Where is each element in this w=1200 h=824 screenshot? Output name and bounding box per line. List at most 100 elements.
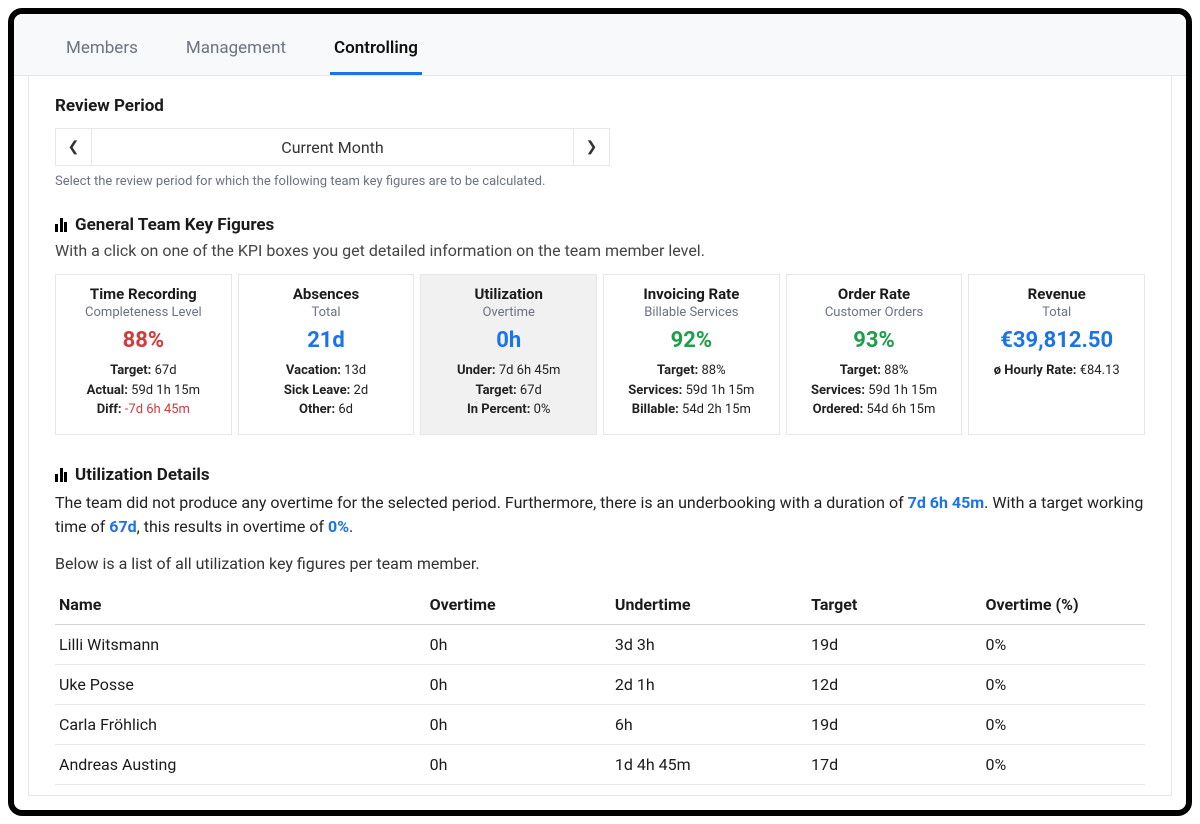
kpi-main-value: 21d <box>247 328 406 353</box>
kpi-line-label: Services: <box>811 383 865 398</box>
details-heading: Utilization Details <box>55 465 1145 485</box>
kpi-line-value: 88% <box>702 363 726 378</box>
kpi-line-label: Diff: <box>97 402 122 417</box>
details-text: , this results in overtime of <box>137 517 328 536</box>
kpi-utilization[interactable]: Utilization Overtime 0h Under: 7d 6h 45m… <box>420 274 597 435</box>
kpi-line-value: -7d 6h 45m <box>125 402 190 417</box>
kpi-line-value: 7d 6h 45m <box>499 363 561 378</box>
tabbar: Members Management Controlling <box>14 14 1186 76</box>
tab-members[interactable]: Members <box>62 30 142 75</box>
cell-name: Carla Fröhlich <box>55 705 426 745</box>
kpi-lines: ø Hourly Rate: €84.13 <box>977 361 1136 381</box>
kpi-invoicing-rate[interactable]: Invoicing Rate Billable Services 92% Tar… <box>603 274 780 435</box>
kpi-line-label: Target: <box>475 383 516 398</box>
kpi-line-value: 67d <box>520 383 542 398</box>
kpi-line-label: Other: <box>299 402 335 417</box>
kpi-sub: Customer Orders <box>795 305 954 320</box>
kpi-absences[interactable]: Absences Total 21d Vacation: 13d Sick Le… <box>238 274 415 435</box>
cell-overtime: 0h <box>426 625 611 665</box>
cell-name: Andreas Austing <box>55 745 426 785</box>
cell-target: 19d <box>807 625 981 665</box>
kpi-main-value: €39,812.50 <box>977 328 1136 353</box>
table-row: Carla Fröhlich 0h 6h 19d 0% <box>55 705 1145 745</box>
kpi-line-label: Billable: <box>632 402 679 417</box>
kpi-section-sub: With a click on one of the KPI boxes you… <box>55 241 1145 260</box>
details-text: . <box>349 517 353 536</box>
kpi-order-rate[interactable]: Order Rate Customer Orders 93% Target: 8… <box>786 274 963 435</box>
kpi-line-label: ø Hourly Rate: <box>994 363 1077 378</box>
details-under-value: 7d 6h 45m <box>908 493 985 512</box>
kpi-main-value: 92% <box>612 328 771 353</box>
table-row: Lilli Witsmann 0h 3d 3h 19d 0% <box>55 625 1145 665</box>
details-pct-value: 0% <box>328 517 349 536</box>
tab-management[interactable]: Management <box>182 30 290 75</box>
kpi-line-value: 88% <box>884 363 908 378</box>
bar-chart-icon <box>55 218 67 232</box>
kpi-line-value: 6d <box>338 402 353 417</box>
kpi-time-recording[interactable]: Time Recording Completeness Level 88% Ta… <box>55 274 232 435</box>
kpi-line-value: 59d 1h 15m <box>868 383 937 398</box>
details-description: The team did not produce any overtime fo… <box>55 491 1145 541</box>
details-title: Utilization Details <box>75 465 210 485</box>
col-name: Name <box>55 585 426 625</box>
details-target-value: 67d <box>109 517 136 536</box>
kpi-line-label: Target: <box>657 363 698 378</box>
kpi-title: Time Recording <box>64 285 223 303</box>
period-prev-button[interactable]: ❮ <box>56 129 92 165</box>
cell-target: 17d <box>807 745 981 785</box>
kpi-line-label: Sick Leave: <box>284 383 351 398</box>
kpi-line-label: Ordered: <box>813 402 864 417</box>
cell-overtime: 0h <box>426 665 611 705</box>
kpi-line-value: 54d 6h 15m <box>867 402 936 417</box>
kpi-main-value: 88% <box>64 328 223 353</box>
period-next-button[interactable]: ❯ <box>573 129 609 165</box>
tab-controlling[interactable]: Controlling <box>330 30 422 75</box>
kpi-title: Invoicing Rate <box>612 285 771 303</box>
kpi-section-title: General Team Key Figures <box>75 215 274 235</box>
kpi-section-heading: General Team Key Figures <box>55 215 1145 235</box>
kpi-revenue[interactable]: Revenue Total €39,812.50 ø Hourly Rate: … <box>968 274 1145 435</box>
period-helper: Select the review period for which the f… <box>55 174 1145 189</box>
kpi-sub: Total <box>247 305 406 320</box>
cell-pct: 0% <box>981 665 1145 705</box>
kpi-sub: Overtime <box>429 305 588 320</box>
review-period-title: Review Period <box>55 96 1145 116</box>
kpi-line-value: 59d 1h 15m <box>131 383 200 398</box>
table-row: Uke Posse 0h 2d 1h 12d 0% <box>55 665 1145 705</box>
cell-undertime: 6h <box>611 705 807 745</box>
kpi-lines: Target: 88% Services: 59d 1h 15m Billabl… <box>612 361 771 420</box>
cell-overtime: 0h <box>426 705 611 745</box>
cell-overtime: 0h <box>426 745 611 785</box>
kpi-lines: Target: 88% Services: 59d 1h 15m Ordered… <box>795 361 954 420</box>
kpi-line-label: Target: <box>840 363 881 378</box>
utilization-table: Name Overtime Undertime Target Overtime … <box>55 585 1145 785</box>
app-frame: Members Management Controlling Review Pe… <box>8 8 1192 816</box>
kpi-title: Absences <box>247 285 406 303</box>
kpi-line-value: 0% <box>534 402 551 417</box>
period-value[interactable]: Current Month <box>92 129 573 165</box>
cell-target: 19d <box>807 705 981 745</box>
chevron-right-icon: ❯ <box>586 139 598 155</box>
kpi-line-label: Target: <box>110 363 151 378</box>
kpi-main-value: 93% <box>795 328 954 353</box>
cell-pct: 0% <box>981 745 1145 785</box>
kpi-line-label: Under: <box>457 363 496 378</box>
kpi-sub: Billable Services <box>612 305 771 320</box>
kpi-lines: Under: 7d 6h 45m Target: 67d In Percent:… <box>429 361 588 420</box>
bar-chart-icon <box>55 468 67 482</box>
table-header-row: Name Overtime Undertime Target Overtime … <box>55 585 1145 625</box>
kpi-line-label: Services: <box>628 383 682 398</box>
period-selector: ❮ Current Month ❯ <box>55 128 610 166</box>
kpi-main-value: 0h <box>429 328 588 353</box>
kpi-sub: Completeness Level <box>64 305 223 320</box>
kpi-line-value: 67d <box>155 363 177 378</box>
kpi-line-label: Actual: <box>87 383 128 398</box>
details-sub: Below is a list of all utilization key f… <box>55 554 1145 573</box>
cell-pct: 0% <box>981 625 1145 665</box>
col-overtime: Overtime <box>426 585 611 625</box>
chevron-left-icon: ❮ <box>68 139 80 155</box>
kpi-line-value: €84.13 <box>1080 363 1120 378</box>
cell-undertime: 2d 1h <box>611 665 807 705</box>
kpi-line-value: 59d 1h 15m <box>686 383 755 398</box>
kpi-line-label: Vacation: <box>286 363 341 378</box>
